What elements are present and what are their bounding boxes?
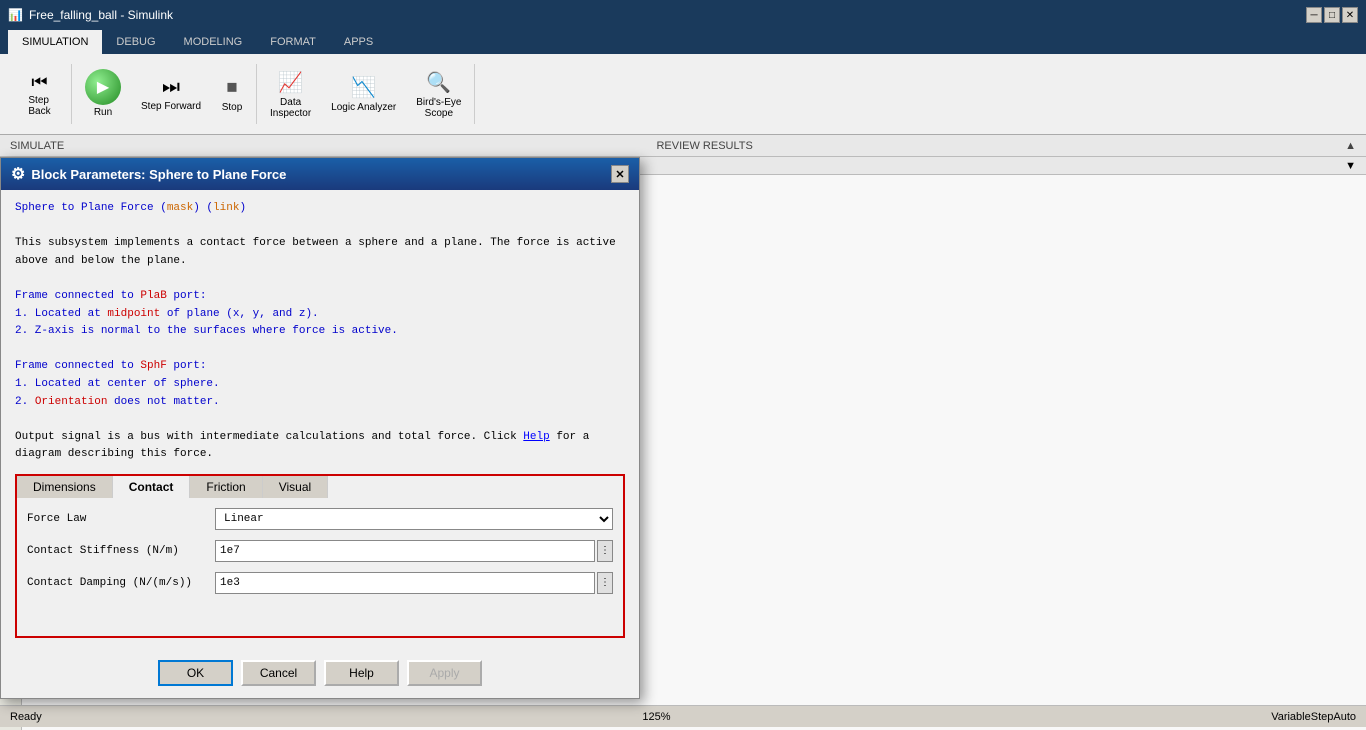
contact-damping-row: Contact Damping (N/(m/s)) ⋮: [27, 572, 613, 594]
ribbon: SIMULATION DEBUG MODELING FORMAT APPS ⏮ …: [0, 30, 1366, 135]
tab-apps[interactable]: APPS: [330, 30, 387, 54]
desc-para1: This subsystem implements a contact forc…: [15, 235, 625, 253]
status-bar: Ready 125% VariableStepAuto: [0, 705, 1366, 727]
birds-eye-button[interactable]: 🔍 Bird's-EyeScope: [407, 65, 470, 124]
dialog-title-text: Block Parameters: Sphere to Plane Force: [31, 167, 286, 182]
desc-para4b: diagram describing this force.: [15, 446, 625, 464]
dialog-icon: ⚙: [11, 164, 25, 184]
title-bar: 📊 Free_falling_ball - Simulink ─ □ ✕: [0, 0, 1366, 30]
ribbon-tab-bar: SIMULATION DEBUG MODELING FORMAT APPS: [0, 30, 1366, 54]
tab-friction[interactable]: Friction: [190, 476, 262, 498]
contact-stiffness-label: Contact Stiffness (N/m): [27, 545, 207, 557]
main-area: 📷 📋 ≡ ≫ ◀ ▶ ▼ Out: [0, 157, 1366, 730]
tab-debug[interactable]: DEBUG: [102, 30, 169, 54]
contact-damping-menu[interactable]: ⋮: [597, 572, 613, 594]
data-inspector-button[interactable]: 📈 DataInspector: [261, 65, 320, 124]
apply-button[interactable]: Apply: [407, 660, 482, 686]
app-icon: 📊: [8, 8, 23, 22]
window-title: Free_falling_ball - Simulink: [29, 8, 173, 22]
tab-content-contact: Force Law Linear Nonlinear Contact Stiff…: [15, 498, 625, 638]
run-button[interactable]: ▶ Run: [76, 64, 130, 124]
run-icon: ▶: [85, 69, 121, 105]
status-ready: Ready: [10, 711, 42, 723]
help-button[interactable]: Help: [324, 660, 399, 686]
desc-para3: Frame connected to SphF port:: [15, 358, 625, 376]
tab-format[interactable]: FORMAT: [256, 30, 330, 54]
cancel-button[interactable]: Cancel: [241, 660, 316, 686]
desc-para4: Output signal is a bus with intermediate…: [15, 429, 625, 447]
force-law-row: Force Law Linear Nonlinear: [27, 508, 613, 530]
birds-eye-label: Bird's-EyeScope: [416, 97, 461, 119]
contact-damping-input-wrapper: ⋮: [215, 572, 613, 594]
force-law-input-wrapper: Linear Nonlinear: [215, 508, 613, 530]
ok-button[interactable]: OK: [158, 660, 233, 686]
contact-damping-input[interactable]: [215, 572, 595, 594]
stop-label: Stop: [222, 102, 243, 114]
maximize-button[interactable]: □: [1324, 7, 1340, 23]
desc-list1b: 2. Z-axis is normal to the surfaces wher…: [15, 323, 625, 341]
contact-stiffness-input[interactable]: [215, 540, 595, 562]
param-tabs: Dimensions Contact Friction Visual: [15, 474, 625, 498]
desc-list1a: 1. Located at midpoint of plane (x, y, a…: [15, 306, 625, 324]
help-link[interactable]: Help: [523, 431, 549, 443]
tab-dimensions[interactable]: Dimensions: [17, 476, 113, 498]
review-label: REVIEW RESULTS: [656, 140, 752, 152]
review-bar: SIMULATE REVIEW RESULTS ▲: [0, 135, 1366, 157]
tab-modeling[interactable]: MODELING: [170, 30, 257, 54]
minimize-button[interactable]: ─: [1306, 7, 1322, 23]
contact-stiffness-row: Contact Stiffness (N/m) ⋮: [27, 540, 613, 562]
ribbon-content: ⏮ StepBack ▶ Run ⏭ Step Forward ⏹ Stop: [0, 54, 1366, 134]
status-solver: VariableStepAuto: [1271, 711, 1356, 723]
simulate-label: SIMULATE: [10, 140, 64, 152]
step-forward-button[interactable]: ⏭ Step Forward: [132, 71, 210, 118]
force-law-select[interactable]: Linear Nonlinear: [215, 508, 613, 530]
step-back-button[interactable]: ⏮ StepBack: [12, 67, 67, 122]
run-label: Run: [94, 107, 112, 119]
dialog-body: Sphere to Plane Force (mask) (link) This…: [1, 190, 639, 648]
tab-contact[interactable]: Contact: [113, 476, 191, 498]
contact-stiffness-input-wrapper: ⋮: [215, 540, 613, 562]
desc-para1b: above and below the plane.: [15, 253, 625, 271]
logic-analyzer-label: Logic Analyzer: [331, 102, 396, 113]
desc-para2: Frame connected to PlaB port:: [15, 288, 625, 306]
close-button[interactable]: ✕: [1342, 7, 1358, 23]
nav-dropdown[interactable]: ▼: [1345, 160, 1356, 172]
dialog-description: Sphere to Plane Force (mask) (link) This…: [15, 200, 625, 464]
contact-stiffness-menu[interactable]: ⋮: [597, 540, 613, 562]
desc-line1: Sphere to Plane Force (mask) (link): [15, 200, 625, 218]
data-inspector-label: DataInspector: [270, 97, 311, 119]
dialog-close-button[interactable]: ✕: [611, 165, 629, 183]
desc-list2a: 1. Located at center of sphere.: [15, 376, 625, 394]
logic-analyzer-button[interactable]: 📉 Logic Analyzer: [322, 70, 405, 118]
dialog-title-bar: ⚙ Block Parameters: Sphere to Plane Forc…: [1, 158, 639, 190]
contact-damping-label: Contact Damping (N/(m/s)): [27, 577, 207, 589]
tab-visual[interactable]: Visual: [263, 476, 328, 498]
collapse-icon[interactable]: ▲: [1345, 140, 1356, 152]
dialog-buttons: OK Cancel Help Apply: [1, 648, 639, 698]
stop-button[interactable]: ⏹ Stop: [212, 69, 252, 119]
desc-list2b: 2. Orientation does not matter.: [15, 394, 625, 412]
tab-simulation[interactable]: SIMULATION: [8, 30, 102, 54]
block-params-dialog: ⚙ Block Parameters: Sphere to Plane Forc…: [0, 157, 640, 699]
status-zoom: 125%: [642, 711, 670, 723]
step-forward-label: Step Forward: [141, 101, 201, 113]
force-law-label: Force Law: [27, 513, 207, 525]
